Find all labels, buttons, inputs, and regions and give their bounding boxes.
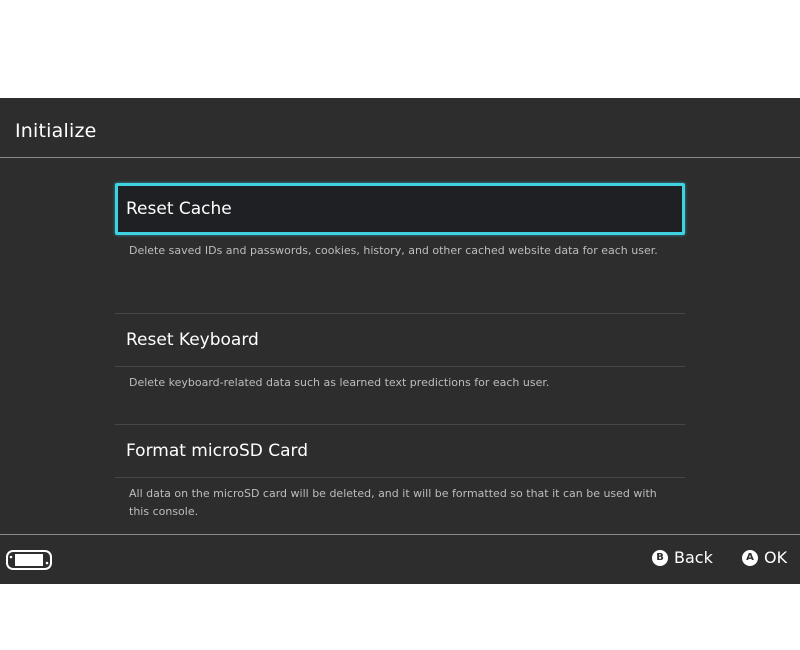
menu-item-label[interactable]: Reset Keyboard [115, 314, 685, 366]
menu-item-label[interactable]: Reset Cache [115, 183, 685, 235]
menu-item-description: Delete keyboard-related data such as lea… [129, 376, 550, 389]
menu-item-label[interactable]: Format microSD Card [115, 425, 685, 477]
b-button-icon: B [652, 549, 668, 566]
back-label: Back [674, 548, 713, 567]
ok-button[interactable]: A OK [742, 548, 787, 567]
handheld-console-icon [6, 549, 52, 575]
page-title: Initialize [15, 120, 97, 142]
menu-item-reset-keyboard[interactable]: Reset Keyboard Delete keyboard-related d… [115, 314, 685, 392]
ok-label: OK [764, 548, 788, 567]
menu-item-description: All data on the microSD card will be del… [129, 487, 657, 518]
footer-bar: B Back A OK [0, 534, 800, 584]
menu-item-description: Delete saved IDs and passwords, cookies,… [129, 244, 658, 257]
menu-item-format-microsd[interactable]: Format microSD Card All data on the micr… [115, 425, 685, 521]
a-button-icon: A [742, 549, 758, 566]
header: Initialize [0, 98, 800, 158]
back-button[interactable]: B Back [652, 548, 713, 567]
menu-item-reset-cache[interactable]: Reset Cache Delete saved IDs and passwor… [115, 183, 685, 260]
settings-screen: Initialize Reset Cache Delete saved IDs … [0, 98, 800, 584]
